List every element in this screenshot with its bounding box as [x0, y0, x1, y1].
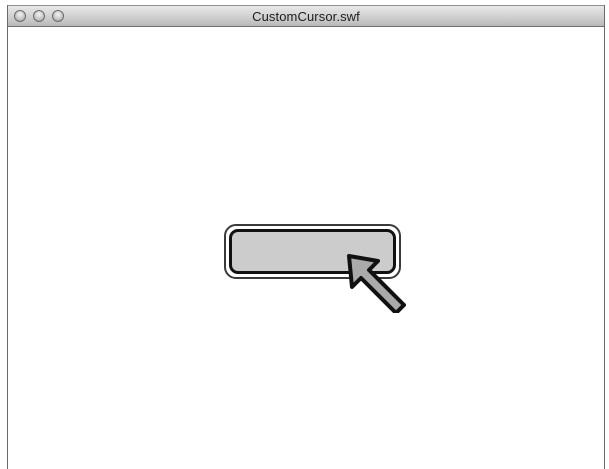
stage-button[interactable]	[224, 224, 401, 279]
app-window: CustomCursor.swf	[7, 5, 605, 469]
flash-stage[interactable]	[8, 27, 604, 469]
stage-button-face[interactable]	[229, 229, 396, 274]
title-bar[interactable]: CustomCursor.swf	[8, 5, 604, 27]
window-title: CustomCursor.swf	[252, 9, 360, 24]
